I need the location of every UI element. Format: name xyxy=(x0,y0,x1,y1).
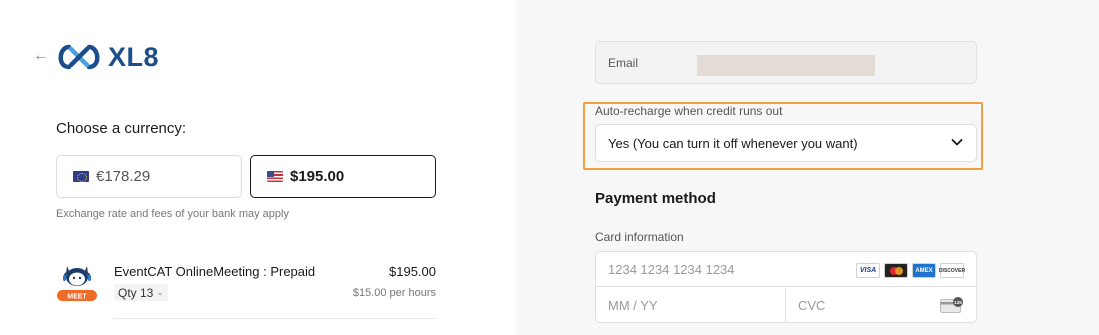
unit-price: $15.00 per hours xyxy=(352,287,436,299)
quantity-selector[interactable]: Qty 13 ⌄ xyxy=(114,284,168,301)
cvc-badge: 135 xyxy=(954,300,962,305)
currency-option-label: $195.00 xyxy=(290,168,345,185)
currency-option-eur[interactable]: €178.29 xyxy=(56,155,242,198)
visa-icon: VISA xyxy=(856,263,880,278)
amex-icon: AMEX xyxy=(912,263,936,278)
xl8-logo-mark-icon xyxy=(58,44,100,70)
email-value-redacted xyxy=(697,55,875,76)
chevron-down-icon xyxy=(951,139,963,146)
cvc-input[interactable]: CVC 135 xyxy=(786,288,976,323)
auto-recharge-label: Auto-recharge when credit runs out xyxy=(595,104,783,118)
mastercard-icon xyxy=(884,263,908,278)
currency-heading: Choose a currency: xyxy=(56,120,187,137)
order-summary-panel: ← XL8 Choose a currency: €178.29 $195.00… xyxy=(0,0,516,335)
product-badge: MEET xyxy=(67,294,87,301)
cvc-placeholder: CVC xyxy=(798,298,826,313)
product-name: EventCAT OnlineMeeting : Prepaid xyxy=(114,264,316,279)
card-information-label: Card information xyxy=(595,230,684,244)
us-flag-icon xyxy=(267,171,283,182)
brand-name: XL8 xyxy=(108,41,160,72)
eventcat-meet-icon: MEET xyxy=(57,266,97,301)
email-label: Email xyxy=(608,56,639,70)
expiry-input[interactable]: MM / YY xyxy=(596,288,786,323)
card-information-group: 1234 1234 1234 1234 VISA AMEX DISCOVER M… xyxy=(595,251,977,323)
expiry-placeholder: MM / YY xyxy=(608,298,658,313)
card-number-input[interactable]: 1234 1234 1234 1234 VISA AMEX DISCOVER xyxy=(596,252,976,287)
card-number-placeholder: 1234 1234 1234 1234 xyxy=(608,261,735,277)
divider xyxy=(114,318,436,319)
payment-method-heading: Payment method xyxy=(595,190,716,207)
exchange-rate-note: Exchange rate and fees of your bank may … xyxy=(56,208,289,220)
chevron-down-icon: ⌄ xyxy=(156,287,164,297)
quantity-label: Qty 13 xyxy=(118,285,154,300)
email-field[interactable]: Email xyxy=(595,41,977,84)
discover-icon: DISCOVER xyxy=(939,263,965,278)
auto-recharge-value: Yes (You can turn it off whenever you wa… xyxy=(608,135,858,151)
product-price: $195.00 xyxy=(389,264,436,279)
cvc-card-icon: 135 xyxy=(940,297,963,313)
card-brands: VISA AMEX DISCOVER xyxy=(856,263,965,278)
arrow-left-icon[interactable]: ← xyxy=(33,47,51,65)
currency-option-label: €178.29 xyxy=(96,168,151,185)
eu-flag-icon xyxy=(73,171,89,182)
xl8-logo: XL8 xyxy=(55,40,159,74)
auto-recharge-select[interactable]: Yes (You can turn it off whenever you wa… xyxy=(595,124,977,162)
currency-option-usd[interactable]: $195.00 xyxy=(250,155,436,198)
